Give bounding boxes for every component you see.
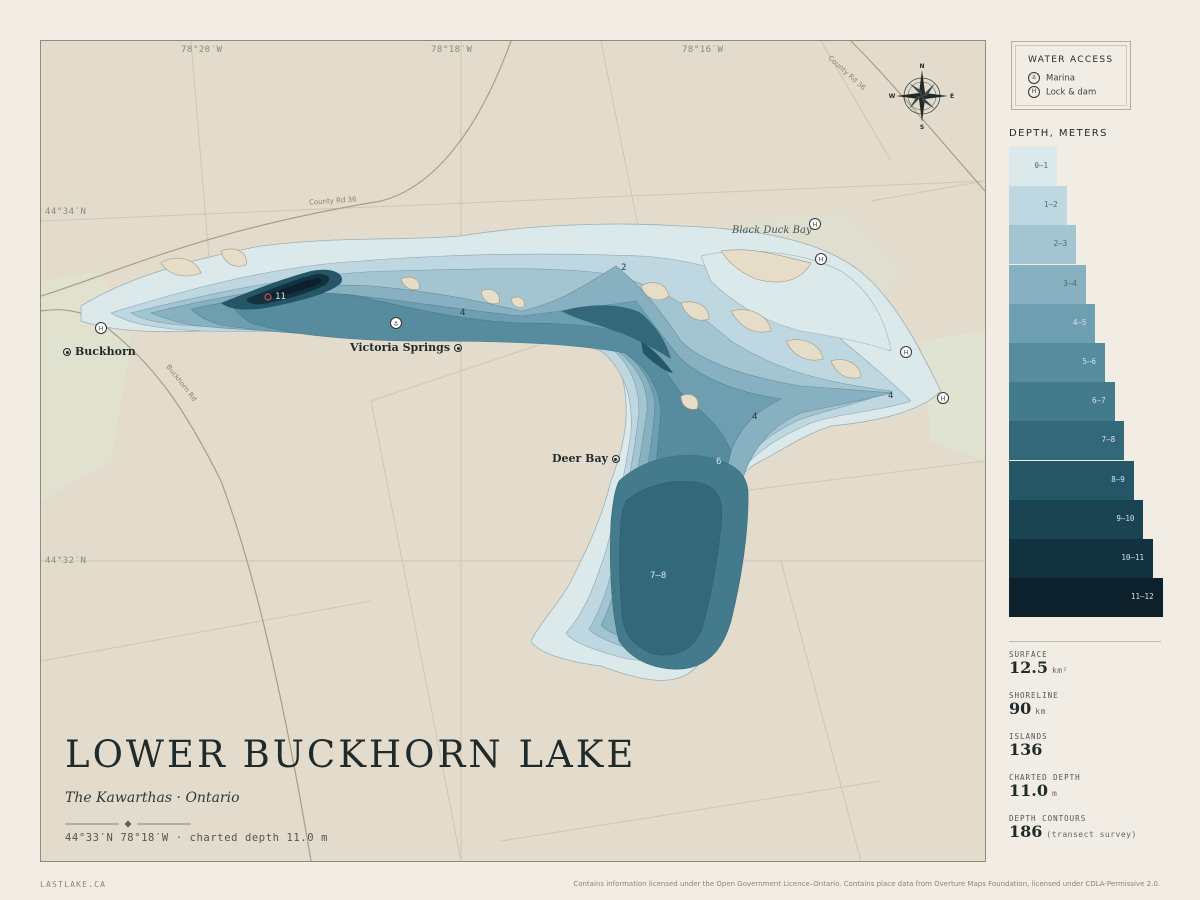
depth-class-bar: 1–2	[1009, 186, 1067, 226]
stat-value: 12.5 km²	[1009, 658, 1068, 677]
depth-class-bar: 10–11	[1009, 539, 1153, 578]
depth-class-bar: 5–6	[1009, 343, 1105, 382]
depth-class-bar: 6–7	[1009, 382, 1115, 422]
stat-number: 12.5	[1009, 658, 1048, 677]
compass-w-label: W	[889, 93, 896, 100]
depth-class-label: 2–3	[1053, 239, 1068, 249]
stat-number: 11.0	[1009, 781, 1048, 800]
compass-e-label: E	[950, 93, 954, 100]
depth-class-bar: 4–5	[1009, 303, 1096, 343]
place-deer-bay[interactable]: Deer Bay	[552, 452, 624, 465]
depth-class-label: 11–12	[1131, 592, 1154, 602]
stat-value: 186 (transect survey)	[1009, 822, 1137, 841]
compass-n-label: N	[919, 63, 924, 70]
depth-class-bar: 0–1	[1009, 147, 1057, 186]
depth-class-bar: 3–4	[1009, 264, 1086, 304]
longitude-label-center: 78°18′W	[431, 45, 473, 55]
stat-value: 90 km	[1009, 699, 1046, 718]
site-credit[interactable]: LASTLAKE.CA	[40, 880, 106, 889]
compass-s-label: S	[920, 124, 924, 129]
depth-class-label: 3–4	[1063, 278, 1077, 288]
stat-unit: (transect survey)	[1046, 830, 1137, 839]
stat-number: 90	[1009, 699, 1032, 718]
stat-value: 11.0 m	[1009, 781, 1057, 800]
depth-class-label: 10–11	[1121, 553, 1144, 562]
depth-class-bar: 7–8	[1009, 421, 1125, 461]
title-divider	[65, 819, 191, 829]
depth-label: 6	[716, 457, 722, 467]
stat-number: 136	[1009, 740, 1043, 759]
compass-rose-icon: N S W E	[889, 63, 955, 129]
depth-class-bar: 11–12	[1009, 578, 1163, 618]
stat-unit: m	[1051, 789, 1058, 798]
depth-label: 4	[460, 308, 466, 318]
longitude-label-east: 78°16′W	[682, 45, 724, 55]
depth-scale-title: DEPTH, METERS	[1009, 128, 1108, 139]
data-attribution: Contains information licensed under the …	[573, 880, 1160, 888]
depth-label: 7–8	[650, 571, 667, 581]
town-marker-icon	[63, 348, 71, 356]
depth-class-label: 6–7	[1092, 396, 1106, 406]
depth-class-label: 8–9	[1111, 474, 1125, 484]
depth-class-label: 7–8	[1101, 435, 1116, 445]
stat-unit: km	[1035, 707, 1046, 716]
svg-text:H: H	[941, 396, 946, 403]
depth-label: 11	[275, 292, 286, 302]
svg-text:H: H	[904, 350, 909, 357]
depth-class-bar: 9–10	[1009, 499, 1144, 539]
town-marker-icon	[454, 344, 463, 352]
town-marker-icon	[611, 455, 620, 463]
legend-title: WATER ACCESS	[1028, 55, 1114, 65]
map-coordinates-line: 44°33′N 78°18′W · charted depth 11.0 m	[65, 832, 329, 844]
stat-number: 186	[1009, 822, 1043, 841]
place-victoria-springs[interactable]: Victoria Springs	[350, 341, 466, 354]
stat-unit: km²	[1051, 666, 1068, 675]
water-access-legend: WATER ACCESS ⚓ Marina H Lock & dam	[1011, 41, 1131, 110]
map-title: LOWER BUCKHORN LAKE	[65, 733, 637, 776]
longitude-label-west: 78°20′W	[181, 45, 223, 55]
depth-label: 4	[888, 391, 894, 401]
lock-dam-icon: H	[1028, 86, 1040, 98]
depth-label: 2	[621, 263, 627, 273]
latitude-label-south: 44°32′N	[45, 556, 87, 566]
stats-divider	[1009, 641, 1161, 642]
latitude-label-north: 44°34′N	[45, 207, 87, 217]
stat-value: 136	[1009, 740, 1042, 759]
legend-item-lock-dam: H Lock & dam	[1028, 86, 1096, 98]
svg-text:⚓: ⚓	[393, 321, 398, 328]
svg-text:H: H	[99, 326, 104, 333]
depth-class-bar: 8–9	[1009, 460, 1134, 500]
depth-class-label: 1–2	[1044, 200, 1058, 210]
depth-class-label: 4–5	[1072, 317, 1087, 327]
depth-class-bar: 2–3	[1009, 225, 1077, 265]
place-buckhorn[interactable]: Buckhorn	[59, 345, 136, 358]
svg-text:H: H	[819, 257, 824, 264]
depth-label: 4	[752, 412, 758, 422]
depth-class-label: 0–1	[1034, 161, 1048, 170]
bay-label-black-duck: Black Duck Bay	[732, 225, 812, 236]
svg-text:H: H	[813, 222, 818, 229]
anchor-icon: ⚓	[1028, 72, 1040, 84]
depth-class-label: 5–6	[1082, 357, 1096, 366]
legend-item-marina: ⚓ Marina	[1028, 72, 1075, 84]
depth-class-label: 9–10	[1116, 513, 1135, 523]
map-panel[interactable]: H ⚓ H H H H 78°20′W 78°18′W 78°16′W 44°3…	[40, 40, 986, 862]
map-subtitle: The Kawarthas · Ontario	[65, 790, 240, 806]
